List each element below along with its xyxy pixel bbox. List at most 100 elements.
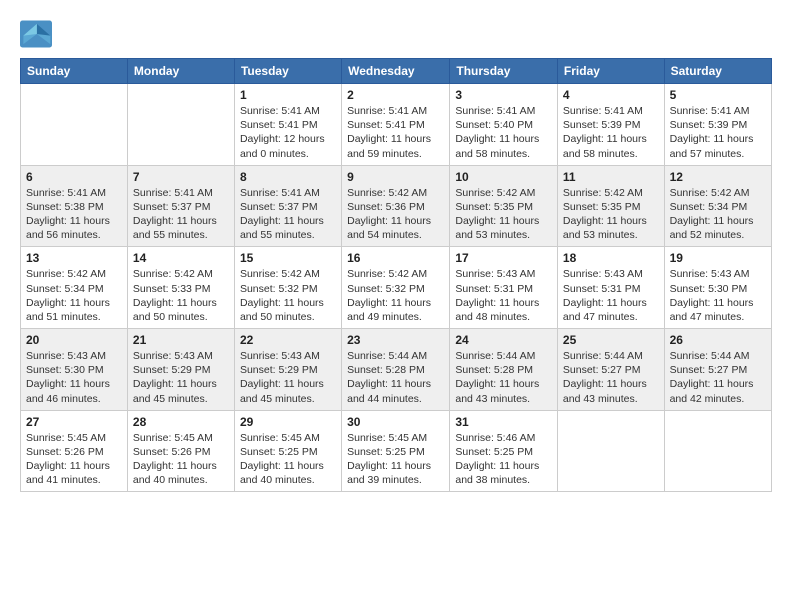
calendar-cell: 5Sunrise: 5:41 AM Sunset: 5:39 PM Daylig… xyxy=(664,84,771,166)
weekday-header-row: SundayMondayTuesdayWednesdayThursdayFrid… xyxy=(21,59,772,84)
day-number: 18 xyxy=(563,251,659,265)
day-number: 15 xyxy=(240,251,336,265)
calendar-cell xyxy=(557,410,664,492)
day-number: 28 xyxy=(133,415,229,429)
day-info: Sunrise: 5:42 AM Sunset: 5:35 PM Dayligh… xyxy=(455,186,552,243)
day-info: Sunrise: 5:42 AM Sunset: 5:34 PM Dayligh… xyxy=(670,186,766,243)
day-info: Sunrise: 5:44 AM Sunset: 5:27 PM Dayligh… xyxy=(670,349,766,406)
calendar-cell: 20 Sunrise: 5:43 AM Sunset: 5:30 PM Dayli… xyxy=(21,329,128,411)
day-number: 7 xyxy=(133,170,229,184)
calendar-cell: 18 Sunrise: 5:43 AM Sunset: 5:31 PM Dayli… xyxy=(557,247,664,329)
day-info: Sunrise: 5:45 AM Sunset: 5:26 PM Dayligh… xyxy=(133,431,229,488)
calendar-week-row: 6 Sunrise: 5:41 AM Sunset: 5:38 PM Daylig… xyxy=(21,165,772,247)
calendar-cell: 26 Sunrise: 5:44 AM Sunset: 5:27 PM Dayli… xyxy=(664,329,771,411)
day-number: 30 xyxy=(347,415,444,429)
day-number: 9 xyxy=(347,170,444,184)
calendar-cell: 21 Sunrise: 5:43 AM Sunset: 5:29 PM Dayli… xyxy=(127,329,234,411)
page: SundayMondayTuesdayWednesdayThursdayFrid… xyxy=(0,0,792,612)
calendar-cell: 6 Sunrise: 5:41 AM Sunset: 5:38 PM Daylig… xyxy=(21,165,128,247)
calendar-cell: 2Sunrise: 5:41 AM Sunset: 5:41 PM Daylig… xyxy=(342,84,450,166)
day-number: 3 xyxy=(455,88,552,102)
day-number: 10 xyxy=(455,170,552,184)
weekday-header-sunday: Sunday xyxy=(21,59,128,84)
day-number: 23 xyxy=(347,333,444,347)
day-number: 24 xyxy=(455,333,552,347)
calendar-cell xyxy=(127,84,234,166)
day-number: 13 xyxy=(26,251,122,265)
day-info: Sunrise: 5:43 AM Sunset: 5:30 PM Dayligh… xyxy=(670,267,766,324)
day-info: Sunrise: 5:41 AM Sunset: 5:37 PM Dayligh… xyxy=(240,186,336,243)
day-info: Sunrise: 5:45 AM Sunset: 5:25 PM Dayligh… xyxy=(240,431,336,488)
day-number: 6 xyxy=(26,170,122,184)
day-info: Sunrise: 5:43 AM Sunset: 5:29 PM Dayligh… xyxy=(133,349,229,406)
day-info: Sunrise: 5:42 AM Sunset: 5:33 PM Dayligh… xyxy=(133,267,229,324)
calendar-cell: 25 Sunrise: 5:44 AM Sunset: 5:27 PM Dayli… xyxy=(557,329,664,411)
day-number: 31 xyxy=(455,415,552,429)
day-number: 17 xyxy=(455,251,552,265)
day-number: 26 xyxy=(670,333,766,347)
day-info: Sunrise: 5:41 AM Sunset: 5:39 PM Dayligh… xyxy=(670,104,766,161)
calendar-cell: 12 Sunrise: 5:42 AM Sunset: 5:34 PM Dayli… xyxy=(664,165,771,247)
day-info: Sunrise: 5:43 AM Sunset: 5:31 PM Dayligh… xyxy=(455,267,552,324)
calendar-cell: 7Sunrise: 5:41 AM Sunset: 5:37 PM Daylig… xyxy=(127,165,234,247)
calendar-cell: 1Sunrise: 5:41 AM Sunset: 5:41 PM Daylig… xyxy=(234,84,341,166)
day-info: Sunrise: 5:42 AM Sunset: 5:32 PM Dayligh… xyxy=(347,267,444,324)
calendar-cell: 13 Sunrise: 5:42 AM Sunset: 5:34 PM Dayli… xyxy=(21,247,128,329)
day-number: 1 xyxy=(240,88,336,102)
day-number: 21 xyxy=(133,333,229,347)
logo-icon xyxy=(20,20,52,48)
calendar-table: SundayMondayTuesdayWednesdayThursdayFrid… xyxy=(20,58,772,492)
day-info: Sunrise: 5:46 AM Sunset: 5:25 PM Dayligh… xyxy=(455,431,552,488)
calendar-week-row: 20 Sunrise: 5:43 AM Sunset: 5:30 PM Dayli… xyxy=(21,329,772,411)
calendar-cell: 28 Sunrise: 5:45 AM Sunset: 5:26 PM Dayli… xyxy=(127,410,234,492)
weekday-header-tuesday: Tuesday xyxy=(234,59,341,84)
header xyxy=(20,16,772,48)
day-info: Sunrise: 5:42 AM Sunset: 5:36 PM Dayligh… xyxy=(347,186,444,243)
day-number: 20 xyxy=(26,333,122,347)
day-info: Sunrise: 5:44 AM Sunset: 5:28 PM Dayligh… xyxy=(347,349,444,406)
day-info: Sunrise: 5:42 AM Sunset: 5:35 PM Dayligh… xyxy=(563,186,659,243)
day-number: 29 xyxy=(240,415,336,429)
calendar-cell: 15 Sunrise: 5:42 AM Sunset: 5:32 PM Dayli… xyxy=(234,247,341,329)
day-info: Sunrise: 5:41 AM Sunset: 5:41 PM Dayligh… xyxy=(347,104,444,161)
calendar-cell: 10 Sunrise: 5:42 AM Sunset: 5:35 PM Dayli… xyxy=(450,165,558,247)
weekday-header-saturday: Saturday xyxy=(664,59,771,84)
day-number: 12 xyxy=(670,170,766,184)
day-info: Sunrise: 5:41 AM Sunset: 5:40 PM Dayligh… xyxy=(455,104,552,161)
day-number: 25 xyxy=(563,333,659,347)
day-info: Sunrise: 5:45 AM Sunset: 5:25 PM Dayligh… xyxy=(347,431,444,488)
calendar-cell xyxy=(664,410,771,492)
day-number: 14 xyxy=(133,251,229,265)
calendar-cell: 29 Sunrise: 5:45 AM Sunset: 5:25 PM Dayli… xyxy=(234,410,341,492)
day-info: Sunrise: 5:42 AM Sunset: 5:34 PM Dayligh… xyxy=(26,267,122,324)
weekday-header-thursday: Thursday xyxy=(450,59,558,84)
day-number: 16 xyxy=(347,251,444,265)
calendar-cell: 8 Sunrise: 5:41 AM Sunset: 5:37 PM Daylig… xyxy=(234,165,341,247)
calendar-cell: 27 Sunrise: 5:45 AM Sunset: 5:26 PM Dayli… xyxy=(21,410,128,492)
day-info: Sunrise: 5:44 AM Sunset: 5:28 PM Dayligh… xyxy=(455,349,552,406)
calendar-cell xyxy=(21,84,128,166)
day-info: Sunrise: 5:43 AM Sunset: 5:30 PM Dayligh… xyxy=(26,349,122,406)
calendar-cell: 9 Sunrise: 5:42 AM Sunset: 5:36 PM Daylig… xyxy=(342,165,450,247)
calendar-cell: 22Sunrise: 5:43 AM Sunset: 5:29 PM Dayli… xyxy=(234,329,341,411)
calendar-cell: 17 Sunrise: 5:43 AM Sunset: 5:31 PM Dayli… xyxy=(450,247,558,329)
calendar-cell: 3 Sunrise: 5:41 AM Sunset: 5:40 PM Daylig… xyxy=(450,84,558,166)
calendar-cell: 30 Sunrise: 5:45 AM Sunset: 5:25 PM Dayli… xyxy=(342,410,450,492)
day-number: 19 xyxy=(670,251,766,265)
day-info: Sunrise: 5:43 AM Sunset: 5:29 PM Dayligh… xyxy=(240,349,336,406)
day-info: Sunrise: 5:42 AM Sunset: 5:32 PM Dayligh… xyxy=(240,267,336,324)
day-info: Sunrise: 5:41 AM Sunset: 5:38 PM Dayligh… xyxy=(26,186,122,243)
day-number: 8 xyxy=(240,170,336,184)
day-number: 27 xyxy=(26,415,122,429)
weekday-header-wednesday: Wednesday xyxy=(342,59,450,84)
day-info: Sunrise: 5:44 AM Sunset: 5:27 PM Dayligh… xyxy=(563,349,659,406)
calendar-cell: 19 Sunrise: 5:43 AM Sunset: 5:30 PM Dayli… xyxy=(664,247,771,329)
calendar-week-row: 27 Sunrise: 5:45 AM Sunset: 5:26 PM Dayli… xyxy=(21,410,772,492)
calendar-cell: 4Sunrise: 5:41 AM Sunset: 5:39 PM Daylig… xyxy=(557,84,664,166)
calendar-cell: 24 Sunrise: 5:44 AM Sunset: 5:28 PM Dayli… xyxy=(450,329,558,411)
calendar-cell: 11Sunrise: 5:42 AM Sunset: 5:35 PM Dayli… xyxy=(557,165,664,247)
calendar-week-row: 13 Sunrise: 5:42 AM Sunset: 5:34 PM Dayli… xyxy=(21,247,772,329)
day-number: 4 xyxy=(563,88,659,102)
day-info: Sunrise: 5:45 AM Sunset: 5:26 PM Dayligh… xyxy=(26,431,122,488)
day-info: Sunrise: 5:43 AM Sunset: 5:31 PM Dayligh… xyxy=(563,267,659,324)
